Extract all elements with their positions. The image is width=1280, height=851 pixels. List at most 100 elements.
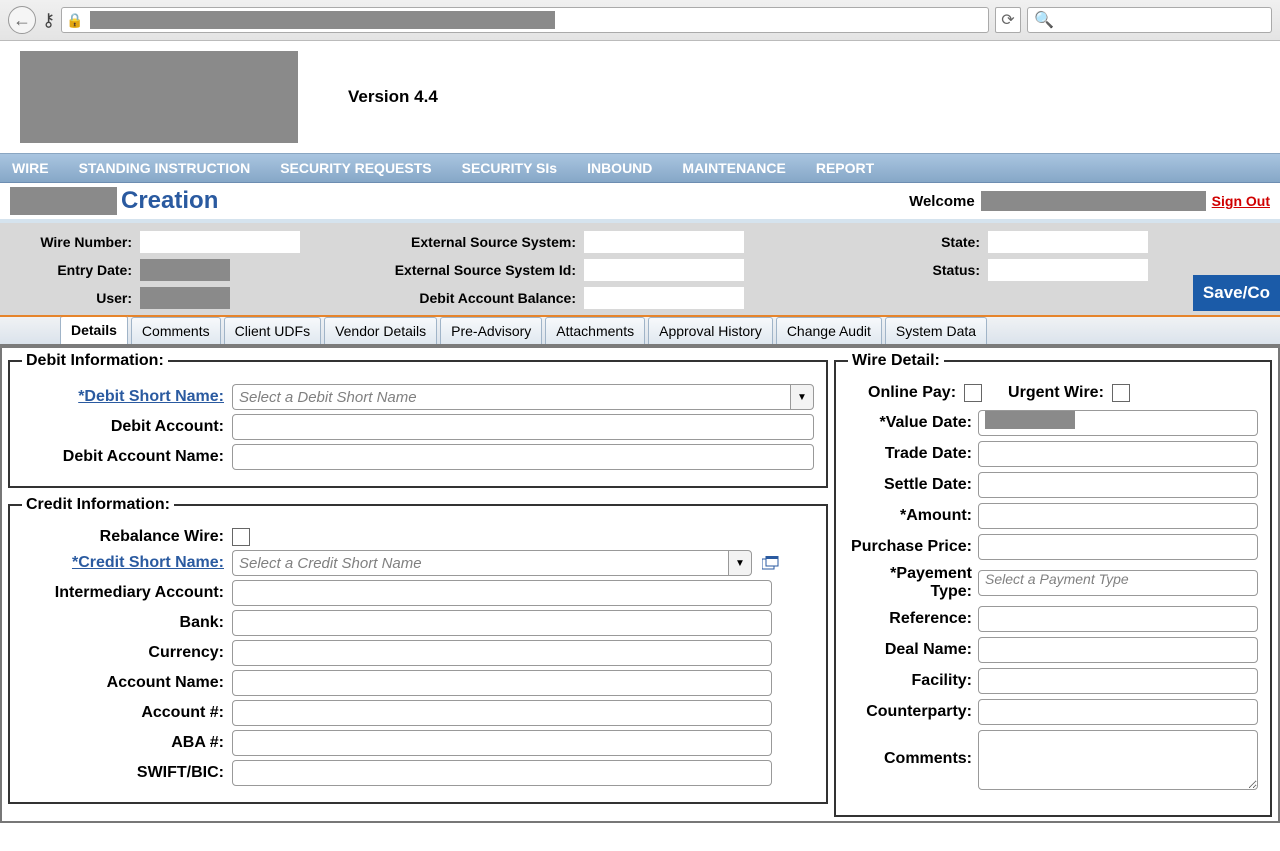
tab-approval-history[interactable]: Approval History: [648, 317, 773, 344]
key-icon: ⚷: [42, 10, 55, 31]
debit-fieldset: Debit Information: *Debit Short Name: Se…: [8, 352, 828, 488]
account-name-input[interactable]: [232, 670, 772, 696]
rebalance-label: Rebalance Wire:: [22, 528, 232, 546]
account-name-label: Account Name:: [22, 674, 232, 692]
title-bar: Creation Welcome Sign Out: [0, 183, 1280, 223]
debit-account-name-input[interactable]: [232, 444, 814, 470]
tab-pre-advisory[interactable]: Pre-Advisory: [440, 317, 542, 344]
url-redacted: [90, 11, 555, 29]
tab-details[interactable]: Details: [60, 315, 128, 344]
tab-comments[interactable]: Comments: [131, 317, 221, 344]
account-num-label: Account #:: [22, 704, 232, 722]
logo-redacted: [20, 51, 298, 143]
tab-attachments[interactable]: Attachments: [545, 317, 645, 344]
tab-change-audit[interactable]: Change Audit: [776, 317, 882, 344]
lock-icon: 🔒: [66, 12, 83, 29]
settle-date-input[interactable]: [978, 472, 1258, 498]
status-label: Status:: [900, 262, 980, 278]
debit-short-name-label[interactable]: *Debit Short Name:: [22, 388, 232, 406]
debit-account-input[interactable]: [232, 414, 814, 440]
tab-bar: Details Comments Client UDFs Vendor Deta…: [0, 315, 1280, 348]
debit-account-name-label: Debit Account Name:: [22, 448, 232, 466]
state-label: State:: [900, 234, 980, 250]
reload-button[interactable]: ⟳: [995, 7, 1021, 33]
swift-label: SWIFT/BIC:: [22, 764, 232, 782]
rebalance-checkbox[interactable]: [232, 528, 250, 546]
purchase-price-label: Purchase Price:: [848, 538, 978, 556]
entry-date-redacted: [140, 259, 230, 281]
nav-maintenance[interactable]: MAINTENANCE: [682, 160, 785, 176]
nav-inbound[interactable]: INBOUND: [587, 160, 652, 176]
browser-search[interactable]: 🔍: [1027, 7, 1272, 33]
back-button[interactable]: ←: [8, 6, 36, 34]
credit-short-name-dropdown[interactable]: ▼: [728, 550, 752, 576]
tab-vendor-details[interactable]: Vendor Details: [324, 317, 437, 344]
reference-label: Reference:: [848, 610, 978, 628]
wire-number-input[interactable]: [140, 231, 300, 253]
aba-label: ABA #:: [22, 734, 232, 752]
wire-detail-fieldset: Wire Detail: Online Pay: Urgent Wire: *V…: [834, 352, 1272, 817]
swift-input[interactable]: [232, 760, 772, 786]
tab-client-udfs[interactable]: Client UDFs: [224, 317, 321, 344]
value-date-label: *Value Date:: [848, 414, 978, 432]
credit-legend: Credit Information:: [22, 496, 174, 514]
wire-number-label: Wire Number:: [12, 234, 132, 250]
comments-label: Comments:: [848, 730, 978, 768]
ext-src-input[interactable]: [584, 231, 744, 253]
ext-src-id-input[interactable]: [584, 259, 744, 281]
entry-date-label: Entry Date:: [12, 262, 132, 278]
account-num-input[interactable]: [232, 700, 772, 726]
header-fields: Wire Number: External Source System: Sta…: [0, 223, 1280, 315]
amount-input[interactable]: [978, 503, 1258, 529]
payment-type-input[interactable]: Select a Payment Type: [978, 570, 1258, 596]
value-date-redacted: [985, 411, 1075, 429]
url-bar[interactable]: 🔒: [61, 7, 989, 33]
lookup-icon[interactable]: [762, 556, 780, 570]
comments-input[interactable]: [978, 730, 1258, 790]
welcome-label: Welcome: [909, 193, 975, 210]
credit-short-name-input[interactable]: Select a Credit Short Name: [232, 550, 728, 576]
signout-link[interactable]: Sign Out: [1212, 193, 1270, 209]
currency-label: Currency:: [22, 644, 232, 662]
debit-short-name-combo[interactable]: Select a Debit Short Name ▼: [232, 384, 814, 410]
deal-name-input[interactable]: [978, 637, 1258, 663]
debit-balance-label: Debit Account Balance:: [376, 290, 576, 306]
online-pay-checkbox[interactable]: [964, 384, 982, 402]
page-title: Creation: [121, 187, 218, 215]
debit-legend: Debit Information:: [22, 352, 168, 370]
debit-short-name-dropdown[interactable]: ▼: [790, 384, 814, 410]
debit-short-name-input[interactable]: Select a Debit Short Name: [232, 384, 790, 410]
tab-system-data[interactable]: System Data: [885, 317, 987, 344]
counterparty-input[interactable]: [978, 699, 1258, 725]
value-date-input[interactable]: [978, 410, 1258, 436]
bank-input[interactable]: [232, 610, 772, 636]
main-nav: WIRE STANDING INSTRUCTION SECURITY REQUE…: [0, 153, 1280, 183]
state-input[interactable]: [988, 231, 1148, 253]
search-icon: 🔍: [1034, 10, 1054, 30]
credit-short-name-label[interactable]: *Credit Short Name:: [22, 554, 232, 572]
trade-date-label: Trade Date:: [848, 445, 978, 463]
nav-security-requests[interactable]: SECURITY REQUESTS: [280, 160, 431, 176]
urgent-checkbox[interactable]: [1112, 384, 1130, 402]
counterparty-label: Counterparty:: [848, 703, 978, 721]
user-redacted: [140, 287, 230, 309]
nav-report[interactable]: REPORT: [816, 160, 874, 176]
aba-input[interactable]: [232, 730, 772, 756]
nav-security-sis[interactable]: SECURITY SIs: [462, 160, 557, 176]
urgent-label: Urgent Wire:: [1008, 384, 1104, 402]
reference-input[interactable]: [978, 606, 1258, 632]
status-input[interactable]: [988, 259, 1148, 281]
nav-standing-instruction[interactable]: STANDING INSTRUCTION: [79, 160, 251, 176]
nav-wire[interactable]: WIRE: [12, 160, 49, 176]
facility-label: Facility:: [848, 672, 978, 690]
currency-input[interactable]: [232, 640, 772, 666]
facility-input[interactable]: [978, 668, 1258, 694]
credit-fieldset: Credit Information: Rebalance Wire: *Cre…: [8, 496, 828, 804]
amount-label: *Amount:: [848, 507, 978, 525]
debit-balance-input[interactable]: [584, 287, 744, 309]
intermediary-input[interactable]: [232, 580, 772, 606]
trade-date-input[interactable]: [978, 441, 1258, 467]
purchase-price-input[interactable]: [978, 534, 1258, 560]
credit-short-name-combo[interactable]: Select a Credit Short Name ▼: [232, 550, 752, 576]
save-button[interactable]: Save/Co: [1193, 275, 1280, 311]
